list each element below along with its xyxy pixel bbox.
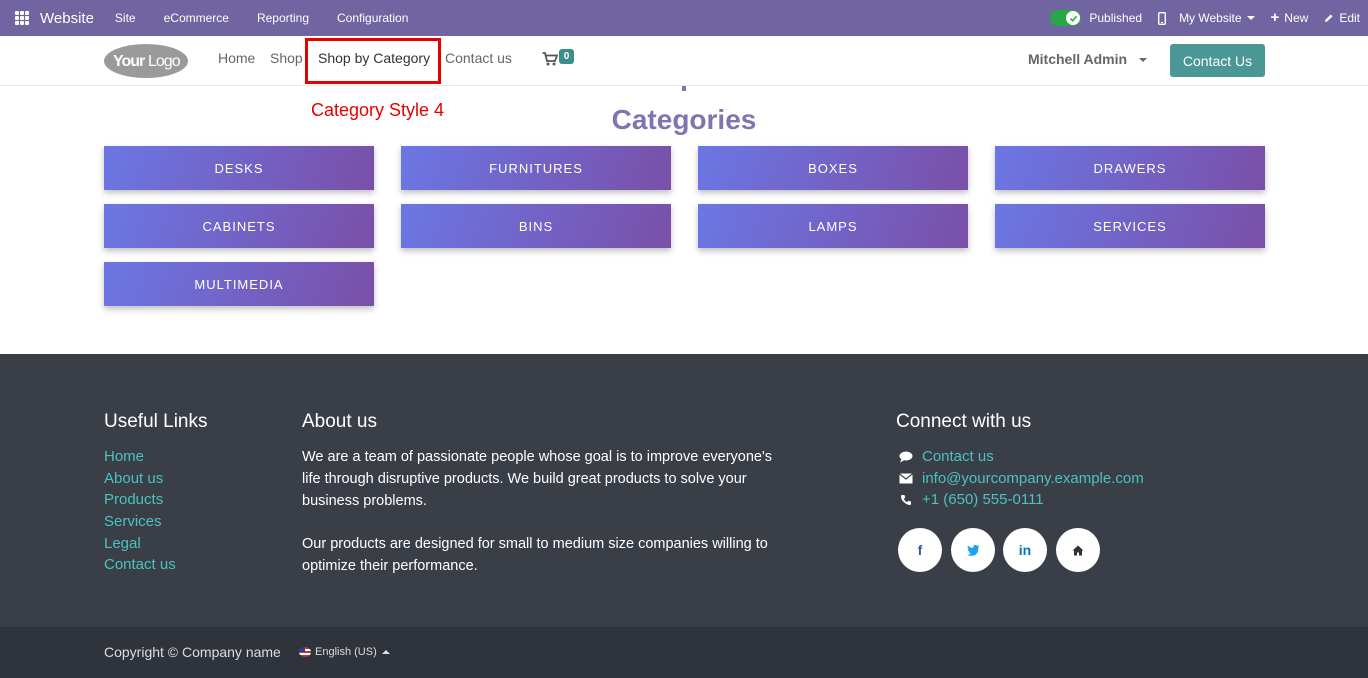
facebook-icon: f	[917, 542, 923, 558]
useful-links-title: Useful Links	[104, 411, 208, 432]
admin-menu-reporting[interactable]: Reporting	[257, 11, 309, 25]
twitter-icon	[966, 544, 979, 556]
category-lamps[interactable]: LAMPS	[698, 204, 968, 248]
svg-text:Your: Your	[113, 53, 145, 70]
nav-home[interactable]: Home	[218, 50, 255, 66]
admin-menu-configuration[interactable]: Configuration	[337, 11, 408, 25]
us-flag-icon	[299, 647, 311, 657]
apps-grid-icon[interactable]	[15, 11, 29, 25]
published-label[interactable]: Published	[1089, 11, 1142, 25]
category-boxes[interactable]: BOXES	[698, 146, 968, 190]
my-website-label: My Website	[1179, 11, 1242, 25]
edit-button[interactable]: Edit	[1324, 11, 1360, 25]
check-icon	[1069, 15, 1078, 22]
home-button[interactable]	[1056, 528, 1100, 572]
language-label: English (US)	[315, 646, 377, 658]
footer-link-products[interactable]: Products	[104, 491, 163, 508]
connect-email[interactable]: info@yourcompany.example.com	[898, 470, 1144, 487]
about-paragraph-1: We are a team of passionate people whose…	[302, 449, 772, 509]
category-bins[interactable]: BINS	[401, 204, 671, 248]
mobile-preview-icon[interactable]	[1158, 11, 1167, 25]
site-logo[interactable]: Your Logo	[103, 42, 189, 79]
categories-title: Categories	[611, 104, 757, 135]
phone-icon	[898, 493, 913, 507]
chevron-down-icon	[1246, 16, 1255, 20]
admin-bar: Website Site eCommerce Reporting Configu…	[0, 0, 1368, 36]
category-desks[interactable]: DESKS	[104, 146, 374, 190]
connect-title: Connect with us	[896, 411, 1032, 432]
bottom-bar: Copyright © Company name English (US)	[0, 627, 1368, 678]
category-cabinets[interactable]: CABINETS	[104, 204, 374, 248]
svg-text:Logo: Logo	[148, 53, 181, 70]
connect-phone-label: +1 (650) 555-0111	[922, 491, 1044, 508]
linkedin-button[interactable]: in	[1003, 528, 1047, 572]
category-drawers[interactable]: DRAWERS	[995, 146, 1265, 190]
copyright-text: Copyright © Company name	[104, 644, 281, 660]
divider-mark	[682, 86, 686, 91]
new-label: New	[1284, 11, 1309, 25]
language-selector[interactable]: English (US)	[299, 646, 390, 658]
admin-menu-site[interactable]: Site	[115, 11, 136, 25]
chevron-up-icon	[381, 650, 390, 654]
plus-icon: +	[1270, 9, 1280, 26]
admin-brand[interactable]: Website	[40, 10, 94, 27]
site-header: Your Logo Home Shop Shop by Category Con…	[0, 36, 1368, 86]
edit-label: Edit	[1339, 11, 1360, 25]
site-footer: Useful Links Home About us Products Serv…	[0, 354, 1368, 627]
footer-link-legal[interactable]: Legal	[104, 535, 141, 552]
footer-link-services[interactable]: Services	[104, 513, 162, 530]
user-menu[interactable]: Mitchell Admin	[1028, 51, 1147, 67]
highlight-box	[305, 38, 441, 84]
envelope-icon	[898, 472, 913, 486]
category-furnitures[interactable]: FURNITURES	[401, 146, 671, 190]
user-name: Mitchell Admin	[1028, 51, 1128, 67]
cart-icon[interactable]	[542, 51, 558, 67]
connect-email-label: info@yourcompany.example.com	[922, 470, 1144, 487]
footer-link-contact[interactable]: Contact us	[104, 556, 176, 573]
footer-link-about[interactable]: About us	[104, 470, 163, 487]
category-multimedia[interactable]: MULTIMEDIA	[104, 262, 374, 306]
connect-contact[interactable]: Contact us	[898, 448, 994, 465]
home-icon	[1072, 545, 1084, 555]
connect-contact-label: Contact us	[922, 448, 994, 465]
admin-menu-ecommerce[interactable]: eCommerce	[164, 11, 229, 25]
twitter-button[interactable]	[951, 528, 995, 572]
comment-icon	[898, 450, 913, 464]
category-services[interactable]: SERVICES	[995, 204, 1265, 248]
published-toggle[interactable]	[1050, 10, 1082, 26]
new-button[interactable]: + New	[1270, 9, 1309, 26]
about-paragraph-2: Our products are designed for small to m…	[302, 536, 768, 574]
facebook-button[interactable]: f	[898, 528, 942, 572]
my-website-dropdown[interactable]: My Website	[1158, 11, 1255, 25]
pencil-icon	[1325, 14, 1333, 22]
connect-phone[interactable]: +1 (650) 555-0111	[898, 491, 1044, 508]
linkedin-icon: in	[1018, 542, 1032, 558]
footer-link-home[interactable]: Home	[104, 448, 144, 465]
contact-us-button[interactable]: Contact Us	[1170, 44, 1265, 77]
nav-shop[interactable]: Shop	[270, 50, 303, 66]
nav-contact-us[interactable]: Contact us	[445, 50, 512, 66]
chevron-down-icon	[1138, 58, 1147, 63]
about-title: About us	[302, 411, 377, 432]
cart-count-badge: 0	[559, 49, 574, 64]
